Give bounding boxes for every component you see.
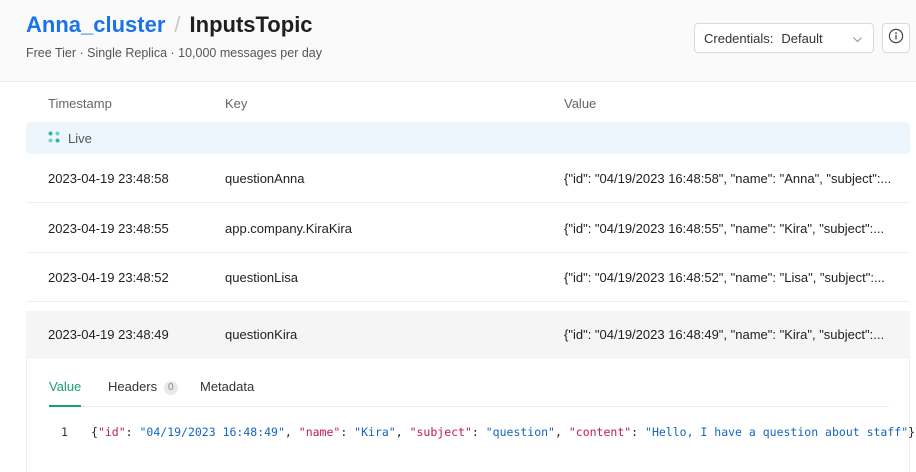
cluster-link[interactable]: Anna_cluster	[26, 12, 165, 38]
json-colon: :	[125, 425, 140, 439]
column-header-timestamp: Timestamp	[48, 96, 112, 111]
tab-metadata-label: Metadata	[200, 379, 255, 394]
live-dots-icon	[48, 131, 60, 146]
topic-name: InputsTopic	[189, 12, 313, 37]
row-timestamp: 2023-04-19 23:48:58	[48, 171, 169, 186]
row-key: questionKira	[225, 327, 298, 342]
headers-count-badge: 0	[163, 381, 178, 395]
table-row[interactable]: 2023-04-19 23:48:58 questionAnna {"id": …	[26, 154, 910, 203]
row-value: {"id": "04/19/2023 16:48:52", "name": "L…	[564, 270, 885, 285]
row-timestamp: 2023-04-19 23:48:55	[48, 221, 169, 236]
detail-tabs: Value Headers 0 Metadata	[49, 359, 889, 407]
json-comma: ,	[284, 425, 299, 439]
json-comma: ,	[395, 425, 410, 439]
row-timestamp: 2023-04-19 23:48:52	[48, 270, 169, 285]
table-row[interactable]: 2023-04-19 23:48:55 app.company.KiraKira…	[26, 204, 910, 253]
row-value: {"id": "04/19/2023 16:48:58", "name": "A…	[564, 171, 892, 186]
row-timestamp: 2023-04-19 23:48:49	[48, 327, 169, 342]
json-colon: :	[340, 425, 355, 439]
row-value: {"id": "04/19/2023 16:48:55", "name": "K…	[564, 221, 885, 236]
row-value: {"id": "04/19/2023 16:48:49", "name": "K…	[564, 327, 885, 342]
row-key: questionLisa	[225, 270, 298, 285]
live-indicator-row: Live	[26, 122, 910, 154]
json-string: "04/19/2023 16:48:49"	[139, 425, 285, 439]
table-row[interactable]: 2023-04-19 23:48:52 questionLisa {"id": …	[26, 253, 910, 302]
info-icon	[888, 28, 904, 49]
column-header-value: Value	[564, 96, 597, 111]
tab-value[interactable]: Value	[49, 359, 82, 407]
title-separator: /	[174, 12, 181, 37]
row-key: questionAnna	[225, 171, 305, 186]
json-key: "name"	[298, 425, 341, 439]
json-string: "Kira"	[354, 425, 396, 439]
json-key: "subject"	[409, 425, 472, 439]
chevron-down-icon	[852, 33, 863, 48]
message-detail-panel: Value Headers 0 Metadata 1 {"id": "04/19/…	[26, 359, 915, 472]
line-number: 1	[61, 425, 68, 439]
json-string: "Hello, I have a question about staff"	[645, 425, 909, 439]
column-header-key: Key	[225, 96, 248, 111]
tab-metadata[interactable]: Metadata	[200, 359, 254, 407]
tab-headers-label: Headers	[108, 379, 158, 394]
tab-headers[interactable]: Headers 0	[108, 359, 178, 407]
json-comma: ,	[555, 425, 569, 439]
json-colon: :	[471, 425, 486, 439]
live-label: Live	[68, 130, 92, 146]
table-row-expanded[interactable]: 2023-04-19 23:48:49 questionKira {"id": …	[26, 311, 910, 359]
json-viewer: 1 {"id": "04/19/2023 16:48:49", "name": "…	[49, 425, 915, 439]
credentials-label: Credentials:	[704, 30, 774, 46]
json-string: "question"	[485, 425, 555, 439]
page-title: Anna_cluster / InputsTopic	[26, 12, 313, 38]
row-key: app.company.KiraKira	[225, 221, 352, 236]
info-button[interactable]	[882, 23, 910, 53]
plan-subtitle: Free Tier · Single Replica · 10,000 mess…	[26, 46, 322, 60]
json-colon: :	[631, 425, 646, 439]
tab-value-label: Value	[49, 379, 82, 394]
json-key: "content"	[568, 425, 632, 439]
page-header: Anna_cluster / InputsTopic Free Tier · S…	[0, 0, 916, 82]
credentials-value: Default	[781, 30, 823, 46]
json-brace: {	[91, 425, 98, 439]
json-key: "id"	[97, 425, 126, 439]
json-brace: }	[908, 425, 916, 439]
credentials-select[interactable]: Credentials: Default	[694, 23, 874, 53]
